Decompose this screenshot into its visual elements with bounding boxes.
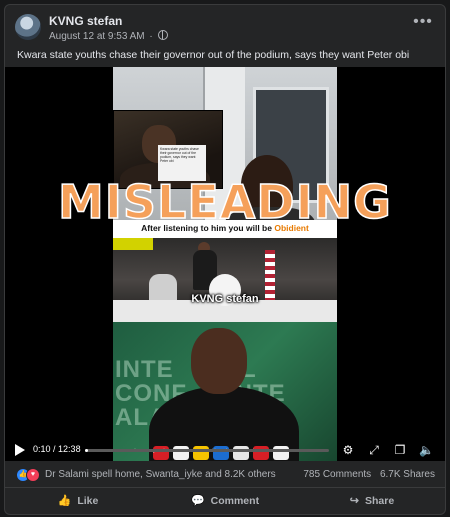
comment-icon: 💬 [190,495,205,507]
time-separator: / [50,444,59,454]
video-watermark: KVNG stefan [191,293,259,305]
reaction-summary: 👍 ♥ Dr Salami spell home, Swanta_iyke an… [5,463,445,488]
video-player[interactable]: Kwara state youths chase their governor … [5,67,445,461]
post-meta: August 12 at 9:53 AM · [49,30,168,42]
video-time: 0:10 / 12:38 [33,444,81,454]
comment-button[interactable]: 💬 Comment [152,489,298,513]
shares-count[interactable]: 6.7K Shares [380,469,435,480]
share-button[interactable]: ↪ Share [299,489,445,513]
video-frame: Kwara state youths chase their governor … [113,67,337,461]
progress-bar[interactable] [85,449,329,452]
picture-in-picture-icon[interactable]: ❐ [393,443,407,457]
like-button[interactable]: 👍 Like [5,489,151,513]
share-icon: ↪ [349,495,360,507]
main-person-head [191,328,247,394]
progress-fill [85,449,89,452]
scene-banner [113,238,153,250]
comments-count[interactable]: 785 Comments [303,469,371,480]
more-options-button[interactable]: ••• [413,14,433,31]
like-label: Like [77,495,99,507]
duration: 12:38 [58,444,81,454]
post-header: KVNG stefan August 12 at 9:53 AM · ••• [5,5,445,45]
globe-icon [157,30,168,40]
engagement-counts: 785 Comments 6.7K Shares [303,469,435,480]
post-caption: Kwara state youths chase their governor … [17,49,410,61]
play-icon[interactable] [15,444,25,456]
fact-check-verdict: MISLEADING [57,174,392,230]
author-name[interactable]: KVNG stefan [49,14,122,28]
video-scene-middle [113,238,337,322]
share-label: Share [365,495,395,507]
settings-icon[interactable]: ⚙ [341,443,355,457]
thumbs-up-icon: 👍 [57,495,72,507]
post-card: KVNG stefan August 12 at 9:53 AM · ••• K… [4,4,446,515]
love-reaction-icon[interactable]: ♥ [26,468,40,482]
reactions-text[interactable]: Dr Salami spell home, Swanta_iyke and 8.… [45,469,276,480]
meta-separator: · [149,31,153,42]
volume-icon[interactable]: 🔈 [419,443,434,457]
video-controls: 0:10 / 12:38 ⚙ ⤢ ❐ 🔈 [5,439,445,461]
post-date[interactable]: August 12 at 9:53 AM [49,31,145,42]
post-actions: 👍 Like 💬 Comment ↪ Share [5,489,445,513]
more-icon: ••• [413,13,433,30]
comment-label: Comment [210,495,260,507]
expand-icon[interactable]: ⤢ [367,443,381,457]
avatar[interactable] [15,14,41,40]
current-time: 0:10 [33,444,51,454]
